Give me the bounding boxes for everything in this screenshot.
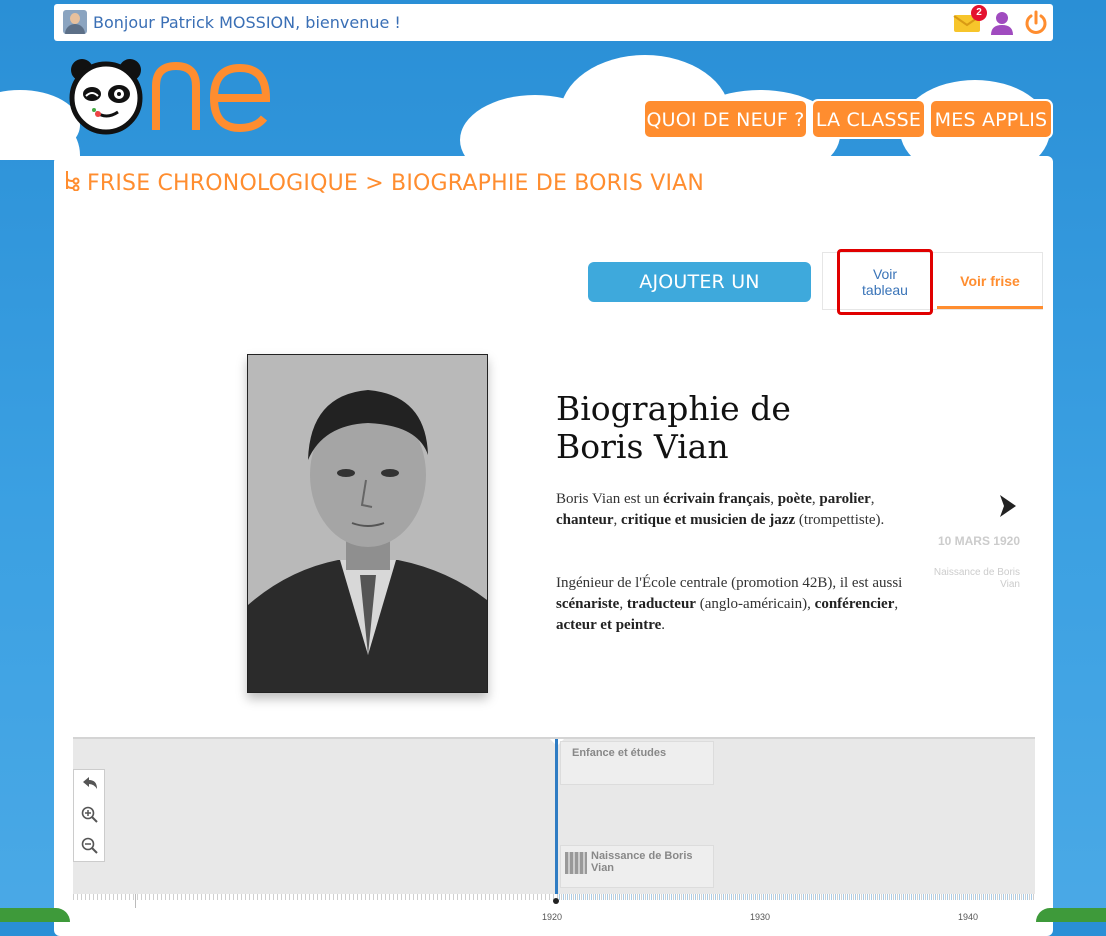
grass-decoration <box>1036 908 1106 922</box>
timeline-current-marker <box>555 739 558 899</box>
tab-voir-tableau-label: Voir tableau <box>862 266 908 298</box>
avatar[interactable] <box>63 10 87 34</box>
view-tabs: Voir tableau Voir frise <box>822 249 1043 315</box>
timeline-event-enfance[interactable]: Enfance et études <box>560 741 714 785</box>
year-label: 1920 <box>542 912 563 922</box>
bio-paragraph-2: Ingénieur de l'École centrale (promotion… <box>556 575 903 633</box>
zoom-in-icon[interactable] <box>80 805 100 825</box>
mail-count-badge: 2 <box>971 5 987 21</box>
ruler-ticks-active <box>559 894 1035 900</box>
next-arrow-icon[interactable] <box>996 493 1020 519</box>
nav-mes-applis[interactable]: MES APPLIS <box>929 99 1053 139</box>
timeline-ruler: 1920 1930 1940 <box>73 894 1035 924</box>
mail-icon[interactable]: 2 <box>953 5 987 33</box>
power-logout-icon[interactable] <box>1023 10 1049 36</box>
zoom-out-icon[interactable] <box>80 836 100 856</box>
year-label: 1930 <box>750 912 771 922</box>
tab-voir-tableau[interactable]: Voir tableau <box>837 249 933 315</box>
next-event-description[interactable]: Naissance de Boris Vian <box>930 567 1020 591</box>
one-logo[interactable] <box>68 56 278 136</box>
timeline[interactable]: Enfance et études Naissance de Boris Via… <box>73 737 1035 924</box>
bio-paragraph-1: Boris Vian est un écrivain français, poè… <box>556 491 885 528</box>
user-profile-icon[interactable] <box>989 10 1015 36</box>
greeting-text: Bonjour Patrick MOSSION, bienvenue ! <box>93 13 401 32</box>
timeline-event-label: Enfance et études <box>572 747 667 759</box>
ruler-major-tick <box>135 894 136 908</box>
nav-la-classe[interactable]: LA CLASSE <box>811 99 926 139</box>
nav-quoi-de-neuf[interactable]: QUOI DE NEUF ? <box>643 99 808 139</box>
next-event-date[interactable]: 10 MARS 1920 <box>936 535 1020 548</box>
timeline-event-label: Naissance de Boris Vian <box>591 850 693 874</box>
top-bar: Bonjour Patrick MOSSION, bienvenue ! 2 <box>54 4 1053 41</box>
event-thumbnail-icon <box>565 852 587 874</box>
breadcrumb: FRISE CHRONOLOGIQUE > BIOGRAPHIE DE BORI… <box>63 169 704 197</box>
add-event-button[interactable]: AJOUTER UN ÉVÈNEMENT <box>588 262 811 333</box>
portrait-photo <box>247 354 488 693</box>
ruler-current-dot <box>553 898 559 904</box>
year-label: 1940 <box>958 912 979 922</box>
timeline-app-icon <box>63 169 81 197</box>
breadcrumb-text[interactable]: FRISE CHRONOLOGIQUE > BIOGRAPHIE DE BORI… <box>87 171 704 196</box>
timeline-controls <box>73 769 105 862</box>
back-arrow-icon[interactable] <box>80 774 100 794</box>
bio-title: Biographie de Boris Vian <box>556 389 791 466</box>
tab-voir-frise[interactable]: Voir frise <box>937 253 1043 309</box>
timeline-event-naissance[interactable]: Naissance de Boris Vian <box>560 845 714 888</box>
grass-decoration <box>0 908 70 922</box>
top-icons: 2 <box>953 5 1049 38</box>
